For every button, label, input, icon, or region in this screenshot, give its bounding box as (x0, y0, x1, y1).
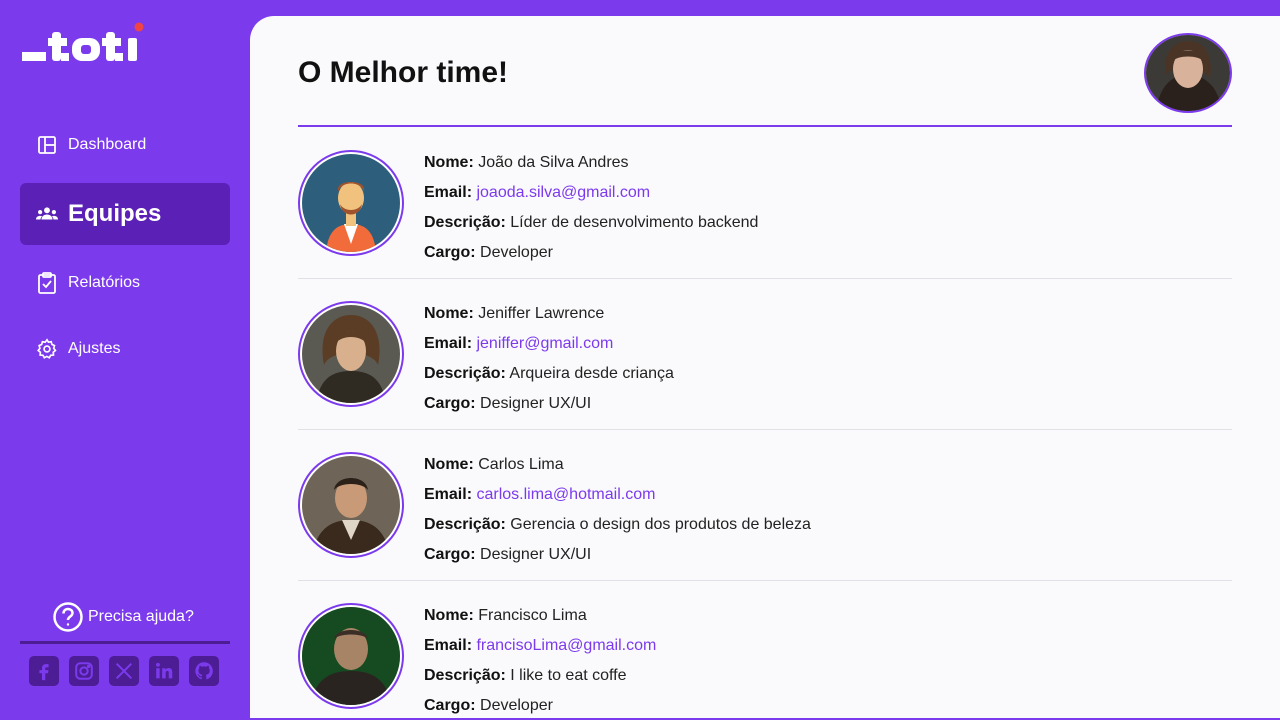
name-label: Nome: (424, 607, 474, 624)
member-role: Designer UX/UI (480, 546, 592, 563)
name-label: Nome: (424, 154, 474, 171)
sidebar-item-label: Dashboard (68, 136, 147, 153)
member-role: Designer UX/UI (480, 395, 592, 412)
email-label: Email: (424, 335, 473, 352)
sidebar-item-equipes[interactable]: Equipes (20, 183, 230, 245)
name-label: Nome: (424, 305, 474, 322)
member-info: Nome: Francisco Lima Email: francisoLima… (424, 601, 656, 720)
member-role: Developer (480, 244, 553, 261)
x-icon[interactable] (109, 656, 139, 686)
list-item: Nome: João da Silva Andres Email: joaoda… (298, 128, 1232, 279)
linkedin-icon[interactable] (149, 656, 179, 686)
list-item: Nome: Jeniffer Lawrence Email: jeniffer@… (298, 279, 1232, 430)
description-label: Descrição: (424, 667, 506, 684)
member-email-link[interactable]: francisoLima@gmail.com (476, 637, 656, 654)
users-icon (36, 203, 58, 225)
description-label: Descrição: (424, 214, 506, 231)
member-name: Francisco Lima (478, 607, 587, 624)
member-avatar (298, 150, 404, 256)
sidebar: Dashboard Equipes Relatórios Ajustes Pre… (0, 0, 250, 720)
role-label: Cargo: (424, 395, 476, 412)
social-links (29, 656, 219, 686)
member-email-link[interactable]: carlos.lima@hotmail.com (476, 486, 655, 503)
facebook-icon[interactable] (29, 656, 59, 686)
sidebar-item-relatorios[interactable]: Relatórios (20, 259, 230, 307)
sidebar-item-label: Equipes (68, 200, 162, 227)
description-label: Descrição: (424, 516, 506, 533)
member-info: Nome: Jeniffer Lawrence Email: jeniffer@… (424, 299, 674, 419)
sidebar-divider (20, 641, 230, 644)
help-label: Precisa ajuda? (88, 608, 194, 625)
description-label: Descrição: (424, 365, 506, 382)
name-label: Nome: (424, 456, 474, 473)
role-label: Cargo: (424, 244, 476, 261)
email-label: Email: (424, 184, 473, 201)
member-name: João da Silva Andres (478, 154, 629, 171)
member-email-link[interactable]: joaoda.silva@gmail.com (476, 184, 650, 201)
member-role: Developer (480, 697, 553, 714)
sidebar-item-ajustes[interactable]: Ajustes (20, 325, 230, 373)
question-circle-icon (52, 601, 84, 633)
header-divider (298, 125, 1232, 127)
role-label: Cargo: (424, 546, 476, 563)
member-description: Gerencia o design dos produtos de beleza (510, 516, 811, 533)
email-label: Email: (424, 486, 473, 503)
sidebar-item-dashboard[interactable]: Dashboard (20, 121, 230, 169)
layout-icon (36, 134, 58, 156)
sidebar-item-label: Ajustes (68, 340, 121, 357)
main-panel: O Melhor time! Nome: João da Silva Andre… (250, 16, 1280, 720)
member-avatar (298, 301, 404, 407)
member-avatar (298, 603, 404, 709)
instagram-icon[interactable] (69, 656, 99, 686)
clipboard-check-icon (36, 272, 58, 294)
list-item: Nome: Carlos Lima Email: carlos.lima@hot… (298, 430, 1232, 581)
member-info: Nome: Carlos Lima Email: carlos.lima@hot… (424, 450, 811, 570)
member-description: Arqueira desde criança (509, 365, 674, 382)
gear-icon (36, 338, 58, 360)
toti-logo[interactable] (22, 22, 146, 64)
member-name: Carlos Lima (478, 456, 564, 473)
member-description: Líder de desenvolvimento backend (510, 214, 759, 231)
member-info: Nome: João da Silva Andres Email: joaoda… (424, 148, 758, 268)
member-name: Jeniffer Lawrence (478, 305, 605, 322)
help-link[interactable]: Precisa ajuda? (52, 601, 194, 633)
page-title: O Melhor time! (298, 56, 509, 89)
team-list: Nome: João da Silva Andres Email: joaoda… (298, 128, 1232, 720)
role-label: Cargo: (424, 697, 476, 714)
member-avatar (298, 452, 404, 558)
member-description: I like to eat coffe (510, 667, 627, 684)
member-email-link[interactable]: jeniffer@gmail.com (476, 335, 613, 352)
list-item: Nome: Francisco Lima Email: francisoLima… (298, 581, 1232, 720)
user-avatar[interactable] (1144, 33, 1232, 113)
github-icon[interactable] (189, 656, 219, 686)
sidebar-item-label: Relatórios (68, 274, 141, 291)
email-label: Email: (424, 637, 473, 654)
